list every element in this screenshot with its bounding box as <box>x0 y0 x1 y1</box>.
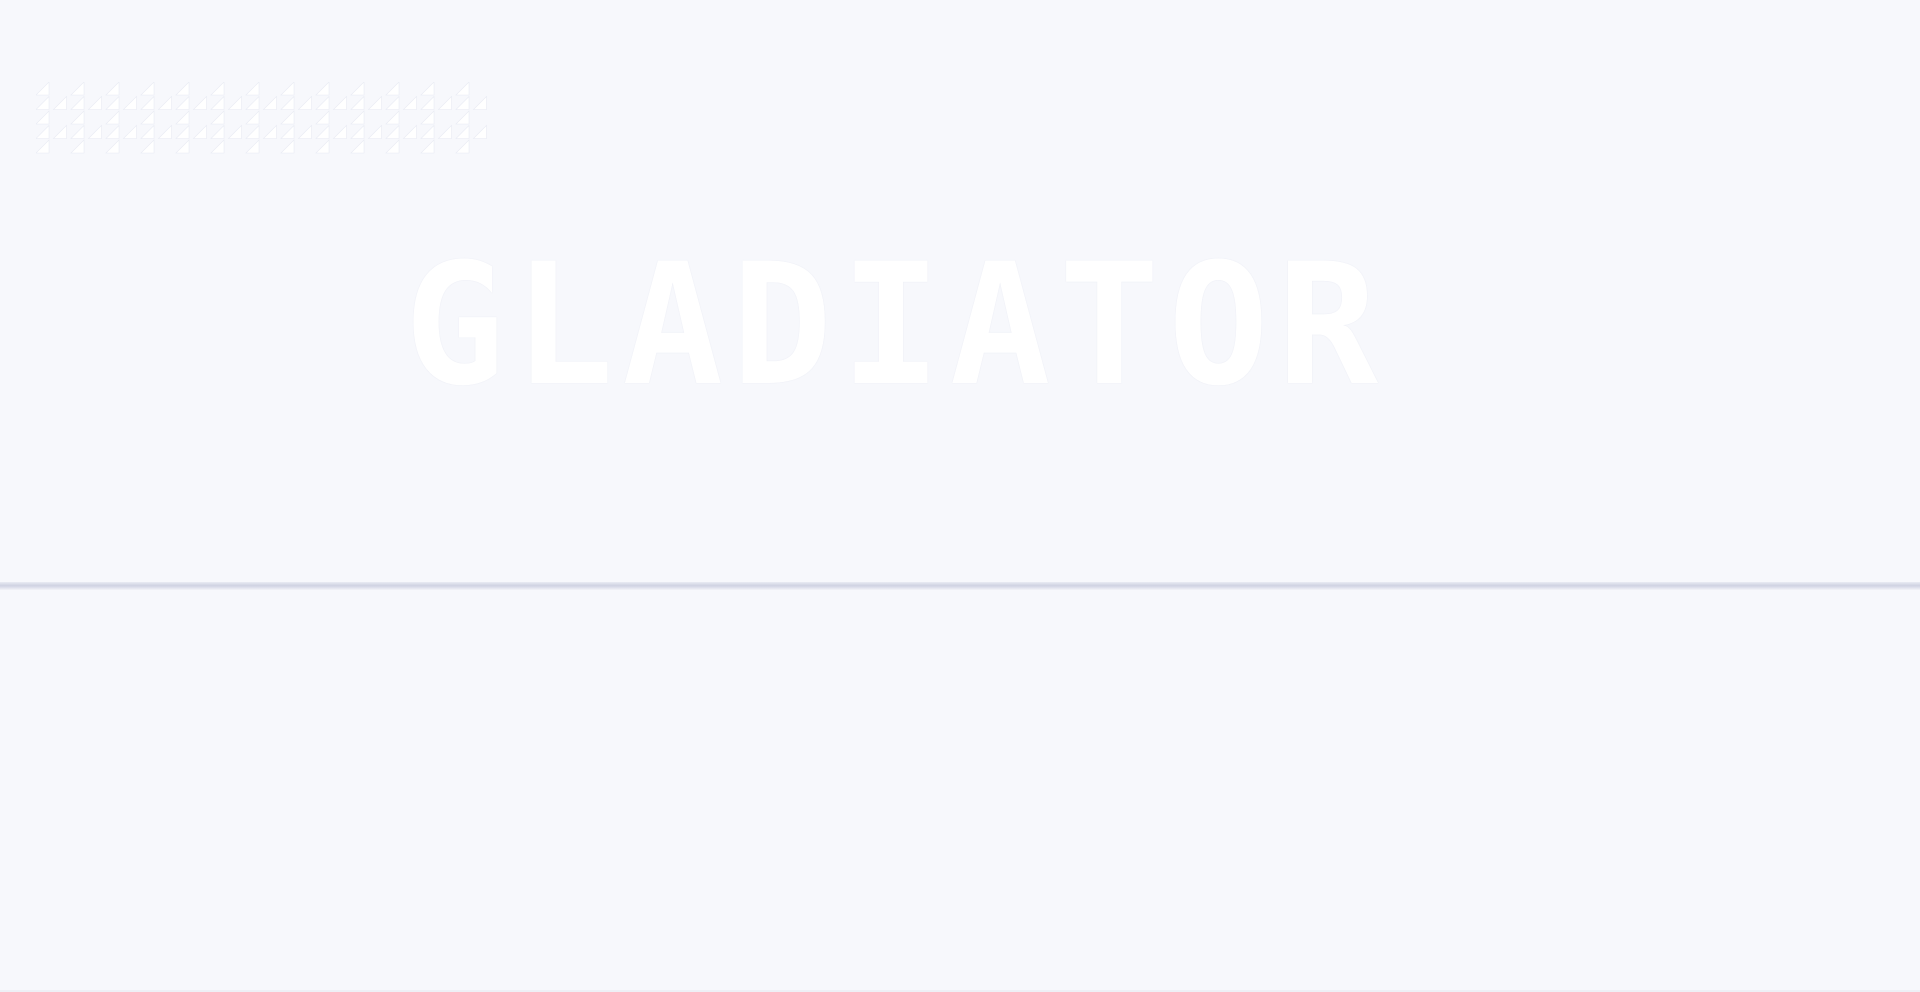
pattern-triangle <box>280 124 295 139</box>
pattern-triangle <box>52 95 67 110</box>
pattern-triangle <box>455 95 470 110</box>
pattern-triangle <box>36 124 50 139</box>
pattern-triangle <box>420 139 435 154</box>
pattern-triangle <box>70 139 85 154</box>
pattern-triangle <box>332 95 347 110</box>
pattern-triangle <box>36 139 50 154</box>
main-content <box>0 590 1920 990</box>
pattern-triangle <box>105 110 120 125</box>
pattern-triangle <box>175 124 190 139</box>
pattern-triangle <box>315 95 330 110</box>
pattern-triangle <box>70 82 85 96</box>
pattern-triangle <box>385 139 400 154</box>
pattern-triangle <box>210 82 225 96</box>
pattern-triangle <box>367 95 382 110</box>
pattern-triangle <box>280 110 295 125</box>
pattern-triangle <box>385 82 400 96</box>
logo-text: GLADIATOR <box>403 227 1387 423</box>
pattern-triangle <box>262 95 277 110</box>
section-divider <box>0 582 1920 590</box>
pattern-triangle <box>140 82 155 96</box>
pattern-triangle <box>36 82 50 96</box>
pattern-triangle <box>420 82 435 96</box>
pattern-triangle <box>210 124 225 139</box>
pattern-triangle <box>315 139 330 154</box>
pattern-triangle <box>350 124 365 139</box>
pattern-triangle <box>105 95 120 110</box>
pattern-triangle <box>315 124 330 139</box>
pattern-triangle <box>420 110 435 125</box>
page: GLADIATOR <box>0 0 1920 992</box>
pattern-triangle <box>192 95 207 110</box>
pattern-triangle <box>105 139 120 154</box>
pattern-triangle <box>140 95 155 110</box>
pattern-triangle <box>350 95 365 110</box>
pattern-triangle <box>245 124 260 139</box>
pattern-triangle <box>122 124 137 139</box>
logo[interactable]: GLADIATOR <box>0 227 1920 423</box>
pattern-triangle <box>70 124 85 139</box>
pattern-triangle <box>175 110 190 125</box>
pattern-triangle <box>315 110 330 125</box>
pattern-triangle <box>245 82 260 96</box>
pattern-triangle <box>175 95 190 110</box>
pattern-triangle <box>315 82 330 96</box>
pattern-triangle <box>472 124 487 139</box>
pattern-triangle <box>262 124 277 139</box>
pattern-triangle <box>332 124 347 139</box>
pattern-triangle <box>227 124 242 139</box>
pattern-triangle <box>280 95 295 110</box>
pattern-triangle <box>437 124 452 139</box>
pattern-triangle <box>350 110 365 125</box>
pattern-triangle <box>455 110 470 125</box>
pattern-triangle <box>420 124 435 139</box>
pattern-triangle <box>367 124 382 139</box>
pattern-triangle <box>455 139 470 154</box>
pattern-triangle <box>210 139 225 154</box>
pattern-triangle <box>350 82 365 96</box>
triangle-pattern-icon <box>36 82 496 160</box>
pattern-triangle <box>36 110 50 125</box>
pattern-triangle <box>402 124 417 139</box>
pattern-triangle <box>140 139 155 154</box>
pattern-triangle <box>472 95 487 110</box>
pattern-triangle <box>210 95 225 110</box>
pattern-triangle <box>140 110 155 125</box>
pattern-triangle <box>437 95 452 110</box>
pattern-triangle <box>420 95 435 110</box>
pattern-triangle <box>87 95 102 110</box>
pattern-triangle <box>105 82 120 96</box>
pattern-triangle <box>227 95 242 110</box>
pattern-triangle <box>280 139 295 154</box>
pattern-triangle <box>175 139 190 154</box>
pattern-triangle <box>157 124 172 139</box>
pattern-triangle <box>52 124 67 139</box>
pattern-triangle <box>157 95 172 110</box>
pattern-triangle <box>105 124 120 139</box>
pattern-triangle <box>70 110 85 125</box>
pattern-triangle <box>87 124 102 139</box>
pattern-triangle <box>245 139 260 154</box>
pattern-triangle <box>402 95 417 110</box>
pattern-triangle <box>385 95 400 110</box>
pattern-triangle <box>192 124 207 139</box>
pattern-triangle <box>245 95 260 110</box>
pattern-triangle <box>140 124 155 139</box>
pattern-triangle <box>455 82 470 96</box>
pattern-triangle <box>297 124 312 139</box>
pattern-triangle <box>385 124 400 139</box>
pattern-triangle <box>297 95 312 110</box>
pattern-triangle <box>70 95 85 110</box>
pattern-triangle <box>36 95 50 110</box>
pattern-triangle <box>280 82 295 96</box>
pattern-triangle <box>245 110 260 125</box>
pattern-triangle <box>175 82 190 96</box>
pattern-triangle <box>385 110 400 125</box>
pattern-triangle <box>455 124 470 139</box>
pattern-triangle <box>122 95 137 110</box>
pattern-triangle <box>210 110 225 125</box>
pattern-triangle <box>350 139 365 154</box>
hero-banner: GLADIATOR <box>0 0 1920 578</box>
